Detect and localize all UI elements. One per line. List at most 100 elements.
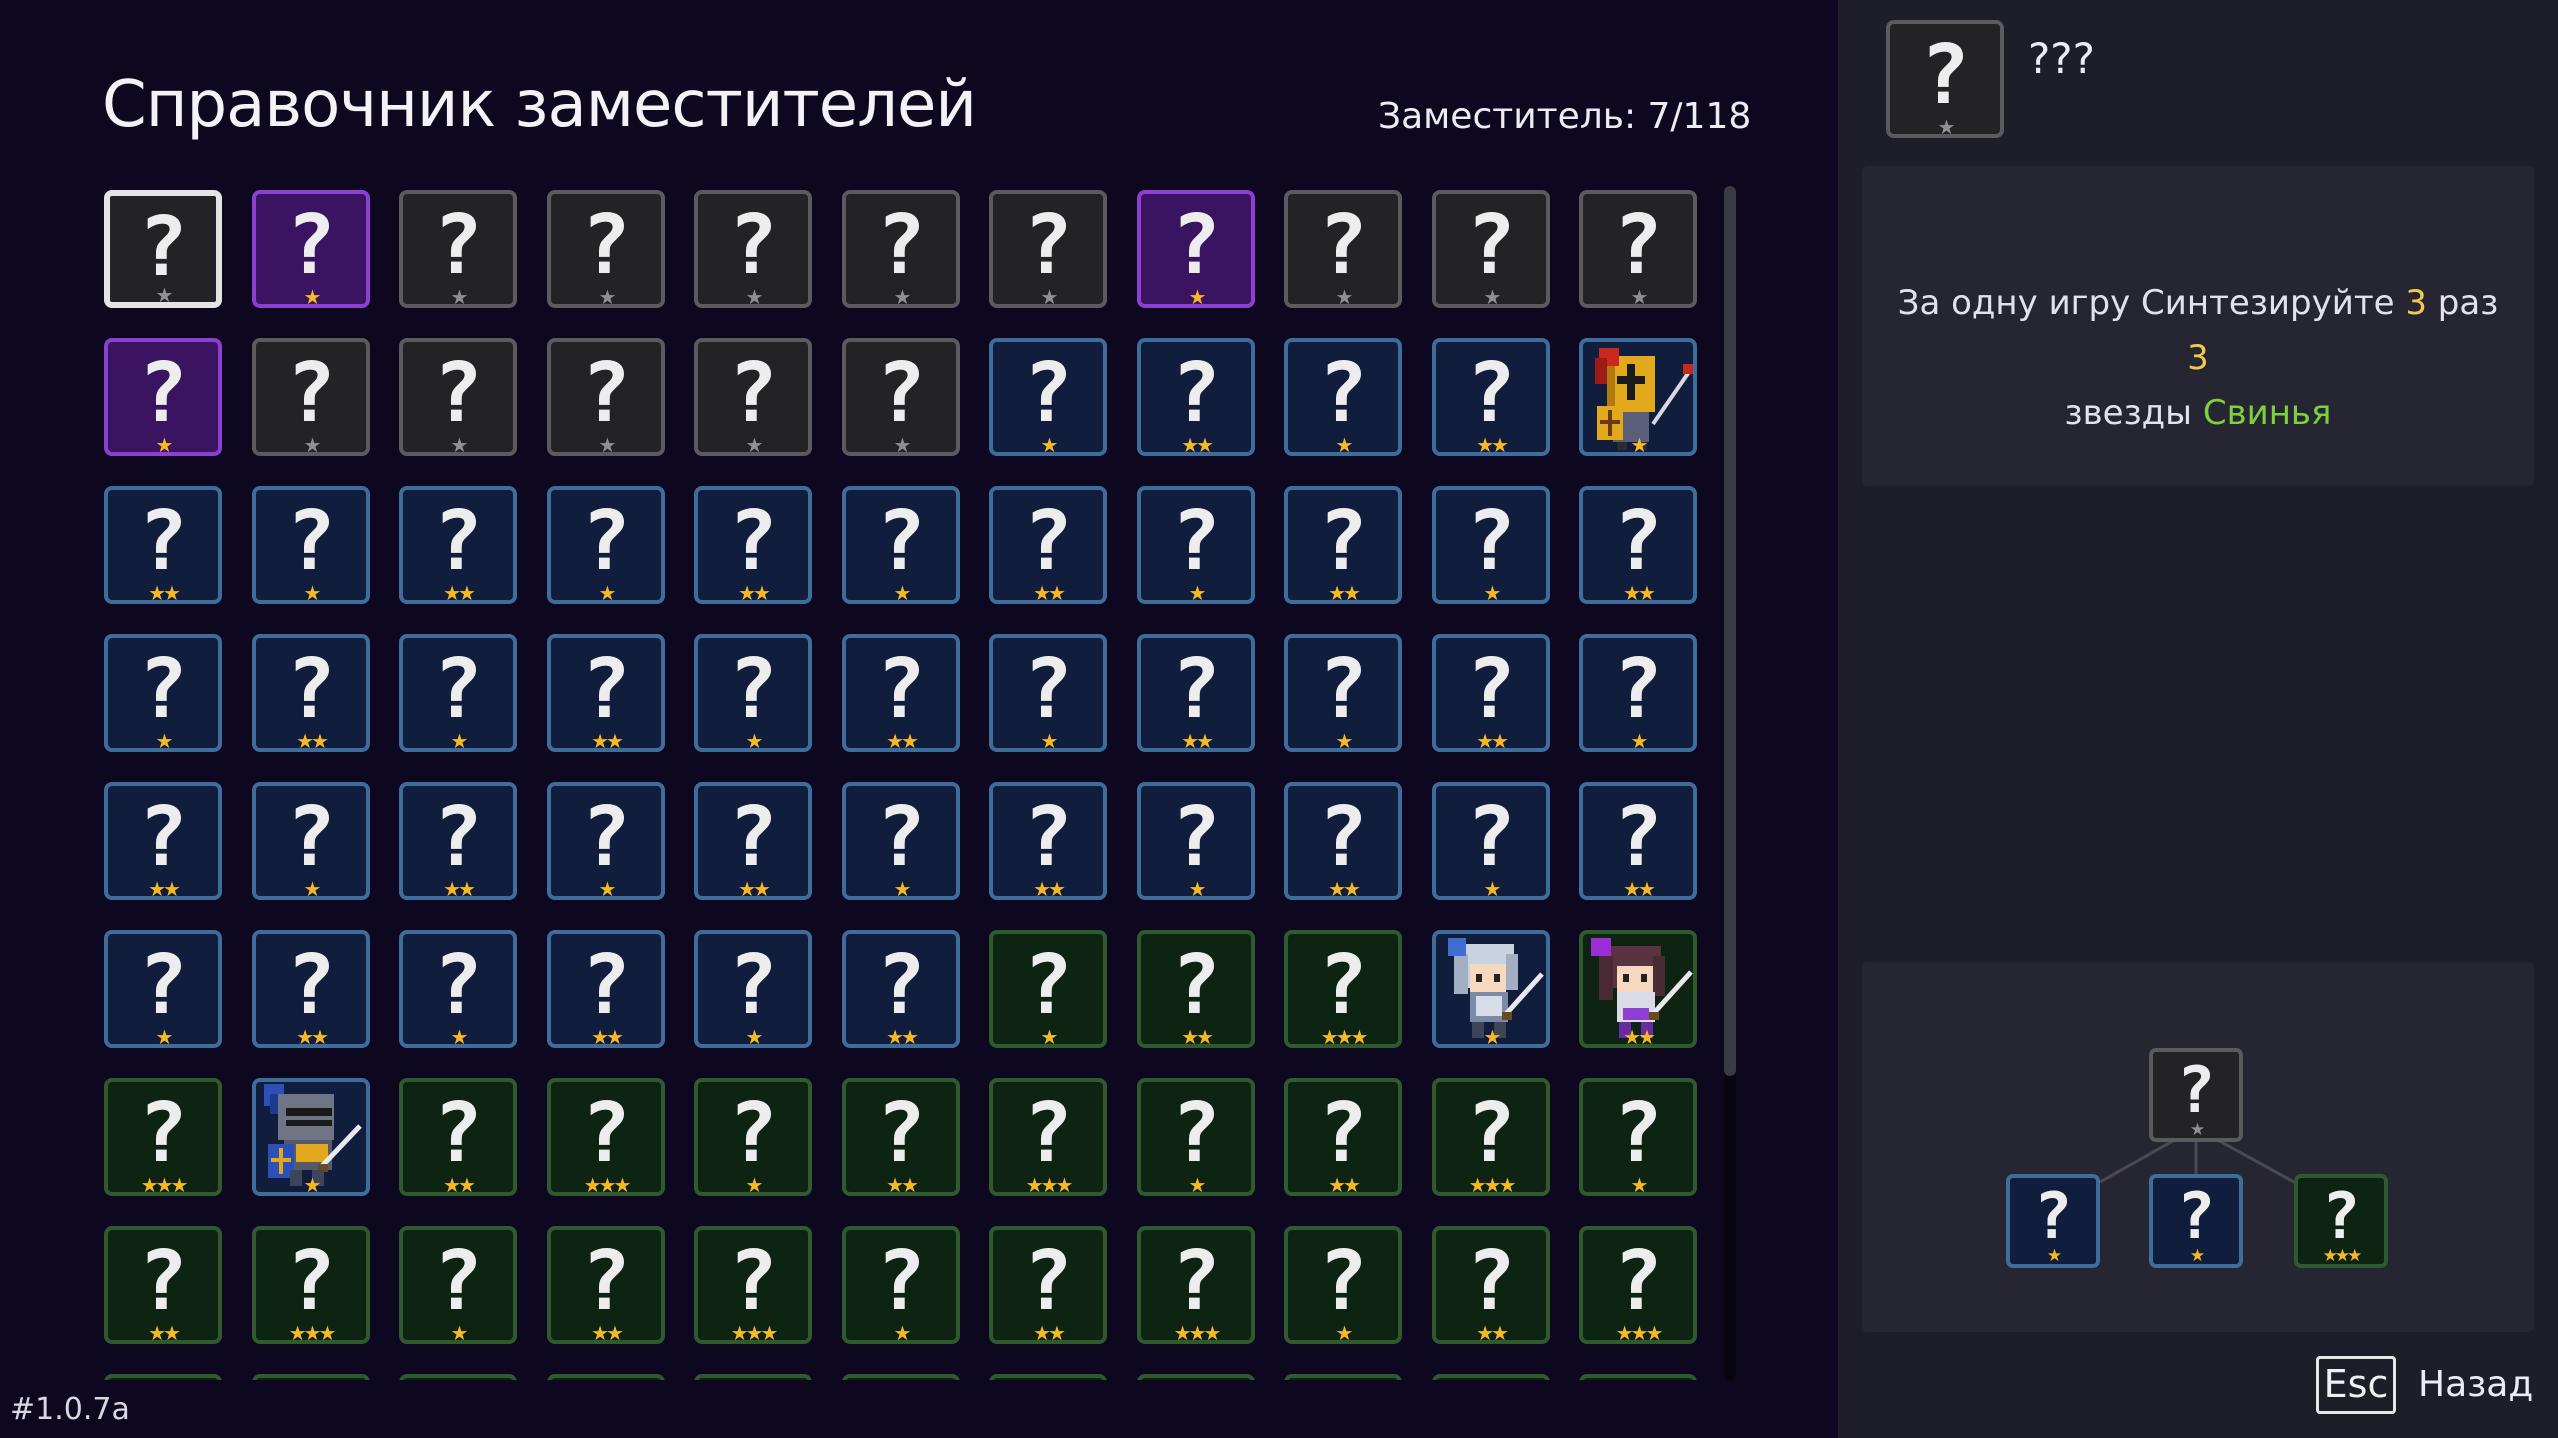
deputy-card-locked[interactable]: ? ★★ — [1137, 338, 1255, 456]
deputy-card-locked[interactable]: ?★ — [1137, 486, 1255, 604]
deputy-card-locked[interactable]: ? ★★ — [1284, 486, 1402, 604]
deputy-card-locked[interactable]: ?★ — [842, 782, 960, 900]
deputy-card-locked[interactable]: ?★ — [399, 338, 517, 456]
deputy-card-locked[interactable]: ? ★★ — [399, 782, 517, 900]
deputy-card-locked[interactable]: ?★ — [547, 338, 665, 456]
deputy-card-locked[interactable]: ? ★★ — [694, 782, 812, 900]
deputy-card-locked[interactable]: ?★ — [1579, 1078, 1697, 1196]
deputy-card-locked[interactable]: ? ★★★ — [1432, 1078, 1550, 1196]
deputy-card-locked[interactable]: ?★ — [1284, 634, 1402, 752]
deputy-card-locked[interactable]: ?★ — [399, 1226, 517, 1344]
deputy-card-blue-plume-knight[interactable]: ★ — [252, 1078, 370, 1196]
deputy-card-locked[interactable]: ? ★★ — [842, 1078, 960, 1196]
deputy-card-locked[interactable]: ?★ — [1284, 1226, 1402, 1344]
deputy-card-locked[interactable]: ?★ — [399, 930, 517, 1048]
deputy-card-purple-hair-swordswoman[interactable]: ★★ — [1579, 930, 1697, 1048]
deputy-card-locked[interactable]: ? ★★ — [989, 782, 1107, 900]
deputy-card-locked[interactable]: ?★ — [694, 634, 812, 752]
deputy-card-locked[interactable]: ? ★★ — [104, 1226, 222, 1344]
deputy-card-locked[interactable]: ? ★★★ — [694, 1226, 812, 1344]
deputy-card-locked[interactable]: ?★ — [694, 930, 812, 1048]
deputy-card-locked[interactable]: ? ★★ — [1137, 634, 1255, 752]
deputy-card-locked[interactable]: ? ★★ — [104, 782, 222, 900]
deputy-card-locked[interactable]: ? ★★★ — [252, 1226, 370, 1344]
deputy-card-locked[interactable]: ? ★★ — [989, 1226, 1107, 1344]
deputy-card-locked[interactable]: ? ★★ — [989, 486, 1107, 604]
deputy-card-locked[interactable]: ?★ — [989, 338, 1107, 456]
deputy-card-locked[interactable]: ?★ — [252, 486, 370, 604]
deputy-card-locked[interactable]: ?★ — [1579, 1374, 1697, 1380]
deputy-card-locked[interactable]: ? ★★ — [399, 1078, 517, 1196]
deputy-card-locked[interactable]: ? ★★ — [547, 930, 665, 1048]
deputy-card-locked[interactable]: ?★ — [1432, 486, 1550, 604]
deputy-card-locked[interactable]: ? ★★ — [842, 930, 960, 1048]
deputy-card-locked[interactable]: ?★ — [1137, 190, 1255, 308]
deputy-card-locked[interactable]: ?★ — [252, 338, 370, 456]
deputy-card-crusader-knight[interactable]: ★ — [1579, 338, 1697, 456]
deputy-card-locked[interactable]: ? ★★ — [1137, 930, 1255, 1048]
recipe-ingredient-card[interactable]: ? ★ — [2149, 1174, 2243, 1268]
deputy-card-locked[interactable]: ?★ — [842, 1226, 960, 1344]
deputy-card-locked[interactable]: ? ★★ — [1284, 782, 1402, 900]
deputy-card-locked[interactable]: ?★ — [1137, 1078, 1255, 1196]
deputy-card-locked[interactable]: ? ★★ — [252, 634, 370, 752]
deputy-card-locked[interactable]: ? ★★ — [842, 634, 960, 752]
deputy-card-locked[interactable]: ? ★★ — [1432, 1226, 1550, 1344]
deputy-card-locked[interactable]: ? ★★ — [399, 486, 517, 604]
deputy-card-locked[interactable]: ?★ — [1284, 190, 1402, 308]
deputy-card-locked[interactable]: ? ★★ — [1579, 486, 1697, 604]
deputy-card-locked[interactable]: ? ★★ — [547, 634, 665, 752]
deputy-card-locked[interactable]: ? ★★ — [1432, 634, 1550, 752]
deputy-card-locked[interactable]: ? ★★ — [252, 930, 370, 1048]
deputy-card-locked[interactable]: ?★ — [1284, 338, 1402, 456]
deputy-card-locked[interactable]: ? ★★★ — [1579, 1226, 1697, 1344]
deputy-card-locked[interactable]: ? ★★★ — [547, 1078, 665, 1196]
deputy-card-locked[interactable]: ?★ — [694, 338, 812, 456]
deputy-card-locked[interactable]: ?★ — [399, 190, 517, 308]
deputy-card-locked[interactable]: ?★ — [694, 1078, 812, 1196]
deputy-card-locked[interactable]: ?★ — [1432, 190, 1550, 308]
deputy-card-locked[interactable]: ?★ — [989, 1374, 1107, 1380]
deputy-card-locked[interactable]: ? ★★★ — [1284, 930, 1402, 1048]
deputy-card-locked[interactable]: ?★ — [104, 190, 222, 308]
deputy-card-locked[interactable]: ?★ — [104, 930, 222, 1048]
deputy-card-locked[interactable]: ?★ — [547, 782, 665, 900]
deputy-card-locked[interactable]: ?★ — [399, 634, 517, 752]
scrollbar-thumb[interactable] — [1724, 186, 1736, 1076]
deputy-card-locked[interactable]: ?★ — [252, 1374, 370, 1380]
deputy-card-locked[interactable]: ?★ — [252, 190, 370, 308]
deputy-card-locked[interactable]: ?★ — [989, 930, 1107, 1048]
deputy-card-locked[interactable]: ?★ — [547, 190, 665, 308]
deputy-card-silver-hair-swordswoman[interactable]: ★ — [1432, 930, 1550, 1048]
deputy-card-locked[interactable]: ?★ — [1432, 1374, 1550, 1380]
deputy-card-locked[interactable]: ? ★★ — [1579, 782, 1697, 900]
deputy-card-locked[interactable]: ?★ — [842, 1374, 960, 1380]
deputy-card-locked[interactable]: ?★ — [104, 634, 222, 752]
deputy-card-locked[interactable]: ?★ — [547, 1374, 665, 1380]
deputy-card-locked[interactable]: ?★ — [1579, 190, 1697, 308]
deputy-card-locked[interactable]: ?★ — [989, 190, 1107, 308]
deputy-card-locked[interactable]: ?★ — [547, 486, 665, 604]
deputy-card-locked[interactable]: ?★ — [989, 634, 1107, 752]
deputy-card-locked[interactable]: ? ★★ — [1432, 338, 1550, 456]
deputy-card-locked[interactable]: ?★ — [1137, 1374, 1255, 1380]
deputy-card-locked[interactable]: ?★ — [842, 190, 960, 308]
deputy-card-locked[interactable]: ? ★★★ — [104, 1078, 222, 1196]
deputy-card-locked[interactable]: ?★ — [104, 1374, 222, 1380]
deputy-card-locked[interactable]: ? ★★★ — [989, 1078, 1107, 1196]
deputy-card-locked[interactable]: ?★ — [1137, 782, 1255, 900]
deputy-card-locked[interactable]: ?★ — [252, 782, 370, 900]
deputy-card-locked[interactable]: ?★ — [1284, 1374, 1402, 1380]
deputy-card-locked[interactable]: ?★ — [104, 338, 222, 456]
deputy-card-locked[interactable]: ? ★★ — [547, 1226, 665, 1344]
deputy-card-locked[interactable]: ?★ — [694, 190, 812, 308]
recipe-ingredient-card[interactable]: ? ★★★ — [2294, 1174, 2388, 1268]
deputy-card-locked[interactable]: ?★ — [1432, 782, 1550, 900]
deputy-card-locked[interactable]: ?★ — [842, 486, 960, 604]
deputy-card-locked[interactable]: ?★ — [694, 1374, 812, 1380]
deputy-card-locked[interactable]: ? ★★★ — [1137, 1226, 1255, 1344]
deputy-card-locked[interactable]: ? ★★ — [1284, 1078, 1402, 1196]
deputy-card-locked[interactable]: ?★ — [399, 1374, 517, 1380]
deputy-card-locked[interactable]: ? ★★ — [104, 486, 222, 604]
deputy-card-locked[interactable]: ? ★★ — [694, 486, 812, 604]
